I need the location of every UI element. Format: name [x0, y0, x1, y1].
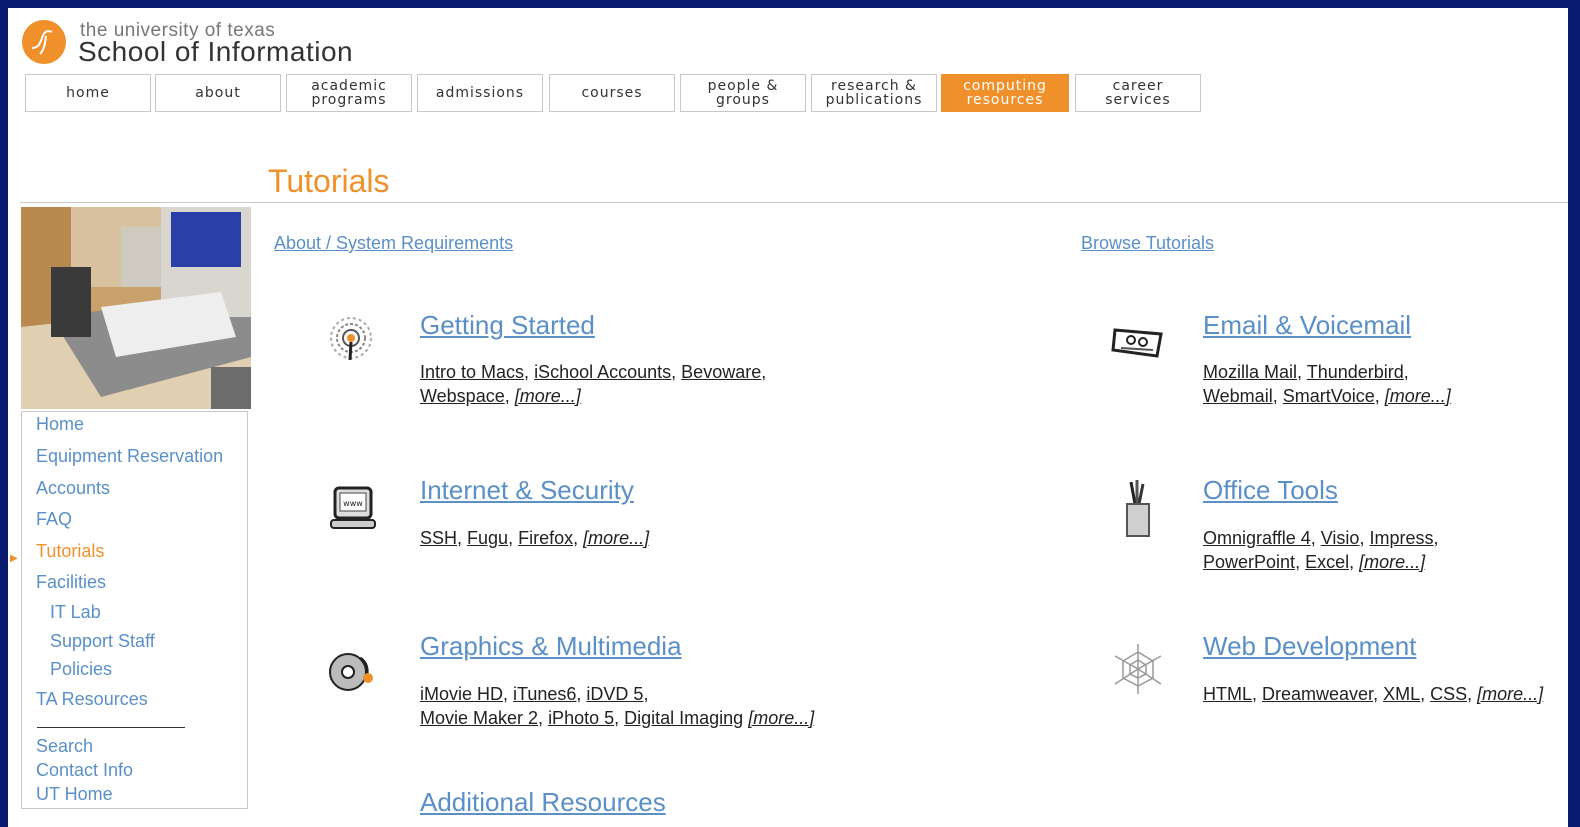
graphics-multimedia-links: iMovie HD, iTunes6, iDVD 5, Movie Maker … — [420, 684, 815, 728]
more-link[interactable]: [more...] — [515, 386, 581, 406]
category-email-voicemail[interactable]: Email & Voicemail — [1203, 310, 1411, 341]
about-system-requirements-link[interactable]: About / System Requirements — [274, 233, 513, 254]
sidebar-item-search[interactable]: Search — [36, 736, 93, 757]
tutorial-link[interactable]: Excel — [1305, 552, 1349, 572]
nav-academic-programs[interactable]: academic programs — [286, 74, 412, 112]
nav-research-publications[interactable]: research & publications — [811, 74, 937, 112]
sidebar-item-contact-info[interactable]: Contact Info — [36, 760, 133, 781]
category-additional-resources[interactable]: Additional Resources — [420, 787, 666, 818]
sidebar-item-ta-resources[interactable]: TA Resources — [36, 689, 148, 710]
tutorial-link[interactable]: Thunderbird — [1307, 362, 1404, 382]
tutorial-link[interactable]: Mozilla Mail — [1203, 362, 1297, 382]
nav-courses[interactable]: courses — [549, 74, 675, 112]
tutorial-link[interactable]: Webspace — [420, 386, 505, 406]
category-getting-started[interactable]: Getting Started — [420, 310, 595, 341]
tutorial-link[interactable]: Impress — [1369, 528, 1433, 548]
tutorial-link[interactable]: Omnigraffle 4 — [1203, 528, 1311, 548]
tutorial-link[interactable]: iTunes6 — [513, 684, 576, 704]
spiderweb-icon[interactable] — [1107, 638, 1169, 700]
getting-started-links: Intro to Macs, iSchool Accounts, Bevowar… — [420, 362, 767, 406]
sidebar-item-faq[interactable]: FAQ — [36, 509, 72, 530]
nav-computing-resources[interactable]: computing resources — [941, 74, 1069, 112]
page-frame: the university of texas School of Inform… — [8, 8, 1568, 827]
sidebar-item-equipment-reservation[interactable]: Equipment Reservation — [36, 446, 223, 467]
sidebar-item-accounts[interactable]: Accounts — [36, 478, 110, 499]
tutorial-link[interactable]: iPhoto 5 — [548, 708, 614, 728]
tutorial-link[interactable]: Digital Imaging — [624, 708, 743, 728]
page-title: Tutorials — [268, 163, 390, 199]
tutorial-link[interactable]: Movie Maker 2 — [420, 708, 538, 728]
active-arrow-icon: ▶ — [10, 553, 18, 564]
office-tools-links: Omnigraffle 4, Visio, Impress, PowerPoin… — [1203, 528, 1439, 572]
tutorial-link[interactable]: Intro to Macs — [420, 362, 524, 382]
more-link[interactable]: [more...] — [748, 708, 814, 728]
sidebar-divider — [37, 727, 185, 728]
sidebar-item-support-staff[interactable]: Support Staff — [50, 631, 155, 652]
sidebar-item-home[interactable]: Home — [36, 414, 84, 435]
tutorial-link[interactable]: Bevoware — [681, 362, 761, 382]
tutorial-link[interactable]: Visio — [1321, 528, 1360, 548]
computer-lab-photo — [21, 207, 251, 409]
pencil-cup-icon[interactable] — [1107, 478, 1169, 540]
title-divider — [20, 202, 1568, 203]
ischool-logo-icon[interactable] — [22, 20, 66, 64]
school-name[interactable]: School of Information — [78, 36, 353, 68]
tutorial-link[interactable]: iSchool Accounts — [534, 362, 671, 382]
more-link[interactable]: [more...] — [1359, 552, 1425, 572]
www-computer-icon[interactable]: www — [323, 478, 385, 540]
nav-home[interactable]: home — [25, 74, 151, 112]
antenna-icon[interactable] — [320, 308, 382, 370]
sidebar-item-policies[interactable]: Policies — [50, 659, 112, 680]
category-office-tools[interactable]: Office Tools — [1203, 475, 1338, 506]
svg-text:www: www — [343, 499, 363, 508]
tutorial-link[interactable]: Webmail — [1203, 386, 1273, 406]
nav-people-groups[interactable]: people & groups — [680, 74, 806, 112]
web-development-links: HTML, Dreamweaver, XML, CSS, [more...] — [1203, 684, 1544, 704]
nav-career-services[interactable]: career services — [1075, 74, 1201, 112]
tutorial-link[interactable]: SSH — [420, 528, 457, 548]
email-voicemail-links: Mozilla Mail, Thunderbird, Webmail, Smar… — [1203, 362, 1451, 406]
tutorial-link[interactable]: SmartVoice — [1283, 386, 1375, 406]
more-link[interactable]: [more...] — [583, 528, 649, 548]
browse-tutorials-link[interactable]: Browse Tutorials — [1081, 233, 1214, 254]
nav-admissions[interactable]: admissions — [417, 74, 543, 112]
sidebar-item-tutorials[interactable]: Tutorials — [36, 541, 104, 562]
sidebar-item-it-lab[interactable]: IT Lab — [50, 602, 101, 623]
sidebar-item-facilities[interactable]: Facilities — [36, 572, 106, 593]
tutorial-link[interactable]: iDVD 5 — [586, 684, 643, 704]
tutorial-link[interactable]: PowerPoint — [1203, 552, 1295, 572]
sidebar-item-ut-home[interactable]: UT Home — [36, 784, 113, 805]
internet-security-links: SSH, Fugu, Firefox, [more...] — [420, 528, 650, 548]
tutorial-link[interactable]: Firefox — [518, 528, 573, 548]
category-web-development[interactable]: Web Development — [1203, 631, 1416, 662]
tutorial-link[interactable]: Fugu — [467, 528, 508, 548]
disc-icon[interactable] — [320, 638, 382, 700]
tutorial-link[interactable]: Dreamweaver — [1262, 684, 1373, 704]
category-graphics-multimedia[interactable]: Graphics & Multimedia — [420, 631, 682, 662]
envelope-icon[interactable] — [1107, 312, 1169, 374]
nav-about[interactable]: about — [155, 74, 281, 112]
category-internet-security[interactable]: Internet & Security — [420, 475, 634, 506]
more-link[interactable]: [more...] — [1477, 684, 1543, 704]
tutorial-link[interactable]: CSS — [1430, 684, 1467, 704]
tutorial-link[interactable]: iMovie HD — [420, 684, 503, 704]
more-link[interactable]: [more...] — [1385, 386, 1451, 406]
tutorial-link[interactable]: XML — [1383, 684, 1420, 704]
tutorial-link[interactable]: HTML — [1203, 684, 1252, 704]
